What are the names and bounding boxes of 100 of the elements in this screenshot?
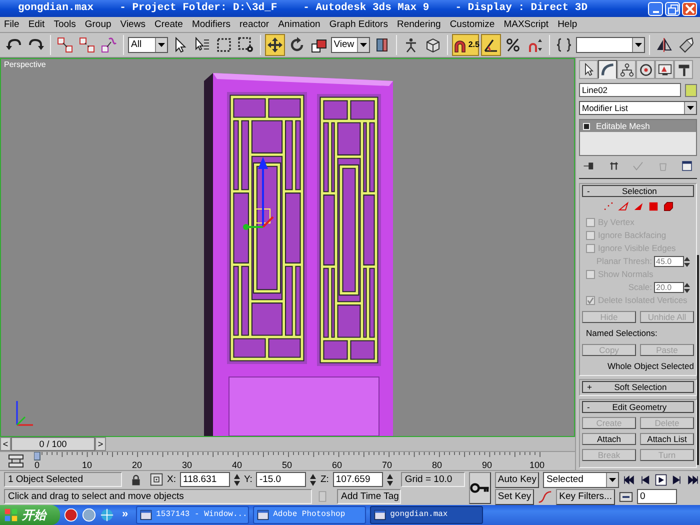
scale-icon bbox=[310, 37, 327, 53]
circle-icon bbox=[638, 62, 652, 76]
triangle-outline-icon[interactable] bbox=[618, 201, 628, 212]
current-frame-marker[interactable] bbox=[34, 452, 40, 460]
check-icon[interactable] bbox=[632, 160, 644, 172]
panel-tab[interactable] bbox=[655, 60, 674, 79]
cube-icon[interactable] bbox=[662, 201, 674, 212]
taskbar-button[interactable]: 1537143 - Window... bbox=[136, 506, 250, 524]
time-slider-thumb[interactable]: 0 / 100 bbox=[11, 437, 95, 451]
toolbar-button[interactable] bbox=[481, 34, 502, 56]
spinner-arrows-icon[interactable] bbox=[234, 474, 240, 486]
panel-button[interactable]: Attach bbox=[582, 433, 636, 445]
auto-key-button[interactable]: Auto Key bbox=[494, 472, 540, 488]
dropdown[interactable]: All bbox=[128, 37, 168, 53]
menu-item[interactable]: reactor bbox=[240, 18, 270, 30]
dots-icon[interactable] bbox=[602, 201, 614, 212]
rollout-header[interactable]: + Soft Selection bbox=[582, 381, 694, 393]
menu-item[interactable]: Rendering bbox=[396, 18, 441, 30]
close-button[interactable] bbox=[682, 2, 697, 16]
frame-number: 30 bbox=[182, 460, 192, 470]
toolbar-button[interactable]: 2.5 bbox=[452, 34, 480, 56]
panel-button[interactable]: Attach List bbox=[640, 433, 694, 445]
panel-tab[interactable] bbox=[674, 60, 693, 79]
crosshair-square-icon[interactable] bbox=[150, 473, 163, 486]
menu-item[interactable]: Help bbox=[558, 18, 578, 30]
move-gizmo-drawing[interactable] bbox=[243, 157, 274, 230]
frame-number: 80 bbox=[432, 460, 442, 470]
coordinate-field[interactable]: 107.659 bbox=[332, 472, 383, 487]
time-config-icon[interactable] bbox=[618, 490, 633, 504]
bars-icon[interactable] bbox=[608, 160, 620, 172]
close-icon bbox=[684, 2, 696, 14]
set-key-button[interactable]: Set Key bbox=[494, 488, 534, 504]
menu-item[interactable]: Tools bbox=[54, 18, 76, 30]
menu-item[interactable]: Create bbox=[154, 18, 183, 30]
viewport[interactable]: Perspective bbox=[0, 58, 575, 437]
panel-scrollbar[interactable] bbox=[697, 255, 699, 465]
rollout-header[interactable]: - Edit Geometry bbox=[582, 401, 694, 413]
play-icon[interactable] bbox=[655, 474, 668, 486]
viewport-label[interactable]: Perspective bbox=[4, 60, 46, 70]
rollout-header[interactable]: - Selection bbox=[582, 185, 694, 197]
menu-item[interactable]: Graph Editors bbox=[329, 18, 388, 30]
round-icon[interactable] bbox=[82, 508, 96, 522]
next-frame-button[interactable]: > bbox=[95, 437, 106, 451]
triangle-icon[interactable] bbox=[632, 201, 644, 212]
object-color-swatch[interactable] bbox=[685, 84, 697, 96]
dropdown[interactable] bbox=[576, 37, 645, 53]
spinner-arrows-icon[interactable] bbox=[684, 282, 690, 292]
menu-item[interactable]: Customize bbox=[450, 18, 495, 30]
dropdown-arrow-icon bbox=[609, 478, 616, 482]
spinner-arrows-icon[interactable] bbox=[310, 474, 316, 486]
dropdown-arrow-icon bbox=[635, 43, 642, 47]
next-key-icon[interactable] bbox=[671, 474, 684, 486]
menu-item[interactable]: MAXScript bbox=[504, 18, 549, 30]
tangent-curve-icon[interactable] bbox=[538, 490, 552, 504]
modifier-list-dropdown[interactable]: Modifier List bbox=[579, 101, 697, 115]
restore-icon bbox=[666, 2, 678, 14]
window-title: - Project Folder: D:\3d_F bbox=[120, 2, 278, 15]
toolbar-button[interactable] bbox=[264, 34, 285, 56]
spinner-arrows-icon[interactable] bbox=[684, 256, 690, 266]
curve-editor-icon[interactable] bbox=[8, 453, 24, 469]
round-icon[interactable] bbox=[64, 508, 78, 522]
skip-start-icon[interactable] bbox=[623, 474, 636, 486]
key-mode-button[interactable] bbox=[468, 472, 491, 504]
menu-item[interactable]: Animation bbox=[278, 18, 320, 30]
previous-key-icon[interactable] bbox=[639, 474, 652, 486]
minimize-button[interactable] bbox=[648, 2, 663, 16]
skip-end-icon[interactable] bbox=[687, 474, 700, 486]
menu-item[interactable]: Modifiers bbox=[192, 18, 231, 30]
taskbar-button[interactable]: Adobe Photoshop bbox=[253, 506, 366, 524]
frame-field[interactable]: 0 bbox=[636, 489, 677, 504]
menu-item[interactable]: Edit bbox=[28, 18, 45, 30]
dropdown[interactable]: View bbox=[330, 37, 370, 53]
more-button[interactable]: » bbox=[122, 508, 128, 522]
square-icon[interactable] bbox=[648, 201, 658, 212]
coordinate-field[interactable]: 118.631 bbox=[180, 472, 230, 487]
magnet-icon bbox=[527, 37, 544, 53]
coordinate-field[interactable]: -15.0 bbox=[256, 472, 306, 487]
taskbar-button[interactable]: gongdian.max bbox=[370, 506, 484, 524]
menu-item[interactable]: Group bbox=[84, 18, 112, 30]
panel-tab[interactable] bbox=[579, 60, 598, 79]
time-tag-field[interactable]: Add Time Tag bbox=[337, 489, 401, 504]
globe-icon[interactable] bbox=[100, 508, 114, 522]
lock-icon[interactable] bbox=[130, 474, 142, 486]
panel-tab[interactable] bbox=[636, 60, 655, 79]
key-filters-button[interactable]: Key Filters... bbox=[556, 488, 615, 504]
previous-frame-button[interactable]: < bbox=[0, 437, 11, 451]
panel-tab[interactable] bbox=[617, 60, 636, 79]
frame-number: 100 bbox=[529, 460, 545, 470]
object-name-field[interactable]: Line02 bbox=[579, 83, 682, 97]
menu-item[interactable]: Views bbox=[120, 18, 146, 30]
pin-icon[interactable] bbox=[583, 160, 595, 172]
panel-tab[interactable] bbox=[598, 60, 617, 79]
window-flag-icon bbox=[4, 508, 18, 522]
restore-button[interactable] bbox=[665, 2, 680, 16]
spinner-arrows-icon[interactable] bbox=[386, 474, 393, 486]
window-icon[interactable] bbox=[681, 160, 693, 172]
curve-icon bbox=[600, 62, 614, 76]
unlinked-squares-icon bbox=[79, 37, 95, 53]
menu-item[interactable]: File bbox=[4, 18, 20, 30]
key-mode-dropdown[interactable]: Selected bbox=[543, 472, 620, 488]
